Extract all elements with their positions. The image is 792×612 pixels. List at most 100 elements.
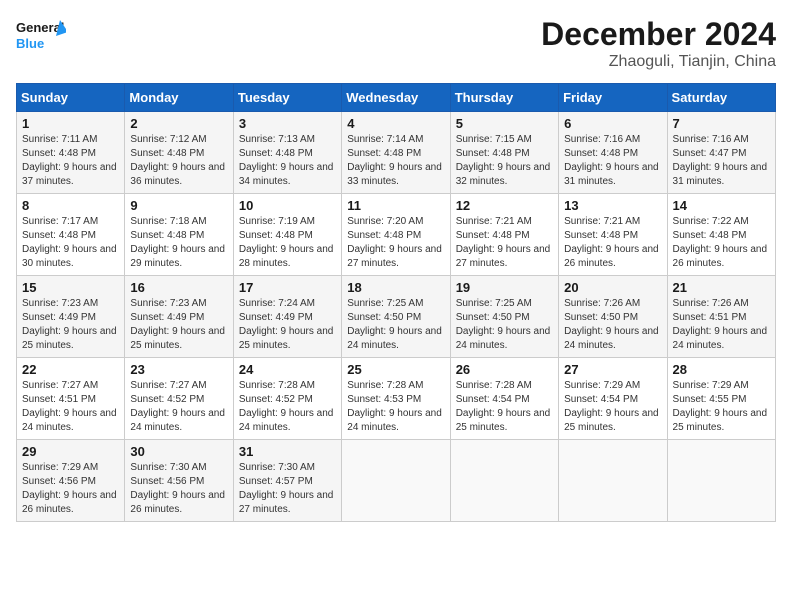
day-number: 12	[456, 198, 553, 213]
day-info: Sunrise: 7:30 AMSunset: 4:57 PMDaylight:…	[239, 461, 336, 517]
day-number: 23	[130, 362, 227, 377]
day-number: 30	[130, 444, 227, 459]
day-number: 8	[22, 198, 119, 213]
calendar-day-cell: 31 Sunrise: 7:30 AMSunset: 4:57 PMDaylig…	[233, 440, 341, 522]
calendar-table: SundayMondayTuesdayWednesdayThursdayFrid…	[16, 83, 776, 522]
calendar-day-cell: 19 Sunrise: 7:25 AMSunset: 4:50 PMDaylig…	[450, 276, 558, 358]
day-number: 7	[673, 116, 770, 131]
calendar-day-cell: 25 Sunrise: 7:28 AMSunset: 4:53 PMDaylig…	[342, 358, 450, 440]
calendar-day-cell: 12 Sunrise: 7:21 AMSunset: 4:48 PMDaylig…	[450, 194, 558, 276]
day-info: Sunrise: 7:19 AMSunset: 4:48 PMDaylight:…	[239, 215, 336, 271]
calendar-week-row: 29 Sunrise: 7:29 AMSunset: 4:56 PMDaylig…	[17, 440, 776, 522]
calendar-week-row: 15 Sunrise: 7:23 AMSunset: 4:49 PMDaylig…	[17, 276, 776, 358]
day-number: 13	[564, 198, 661, 213]
day-number: 14	[673, 198, 770, 213]
day-info: Sunrise: 7:14 AMSunset: 4:48 PMDaylight:…	[347, 133, 444, 189]
day-number: 29	[22, 444, 119, 459]
calendar-day-cell: 27 Sunrise: 7:29 AMSunset: 4:54 PMDaylig…	[559, 358, 667, 440]
weekday-header: Monday	[125, 84, 233, 112]
day-info: Sunrise: 7:23 AMSunset: 4:49 PMDaylight:…	[22, 297, 119, 353]
weekday-header-row: SundayMondayTuesdayWednesdayThursdayFrid…	[17, 84, 776, 112]
calendar-day-cell: 17 Sunrise: 7:24 AMSunset: 4:49 PMDaylig…	[233, 276, 341, 358]
weekday-header: Sunday	[17, 84, 125, 112]
weekday-header: Thursday	[450, 84, 558, 112]
calendar-day-cell: 2 Sunrise: 7:12 AMSunset: 4:48 PMDayligh…	[125, 112, 233, 194]
calendar-day-cell: 24 Sunrise: 7:28 AMSunset: 4:52 PMDaylig…	[233, 358, 341, 440]
day-info: Sunrise: 7:15 AMSunset: 4:48 PMDaylight:…	[456, 133, 553, 189]
day-number: 10	[239, 198, 336, 213]
day-info: Sunrise: 7:17 AMSunset: 4:48 PMDaylight:…	[22, 215, 119, 271]
logo-svg: General Blue	[16, 16, 66, 56]
calendar-day-cell: 18 Sunrise: 7:25 AMSunset: 4:50 PMDaylig…	[342, 276, 450, 358]
calendar-day-cell: 13 Sunrise: 7:21 AMSunset: 4:48 PMDaylig…	[559, 194, 667, 276]
calendar-day-cell: 5 Sunrise: 7:15 AMSunset: 4:48 PMDayligh…	[450, 112, 558, 194]
calendar-day-cell	[667, 440, 775, 522]
calendar-week-row: 22 Sunrise: 7:27 AMSunset: 4:51 PMDaylig…	[17, 358, 776, 440]
day-info: Sunrise: 7:20 AMSunset: 4:48 PMDaylight:…	[347, 215, 444, 271]
day-info: Sunrise: 7:24 AMSunset: 4:49 PMDaylight:…	[239, 297, 336, 353]
day-number: 1	[22, 116, 119, 131]
day-number: 31	[239, 444, 336, 459]
weekday-header: Friday	[559, 84, 667, 112]
calendar-day-cell: 21 Sunrise: 7:26 AMSunset: 4:51 PMDaylig…	[667, 276, 775, 358]
day-number: 15	[22, 280, 119, 295]
calendar-day-cell	[342, 440, 450, 522]
day-info: Sunrise: 7:25 AMSunset: 4:50 PMDaylight:…	[456, 297, 553, 353]
day-info: Sunrise: 7:27 AMSunset: 4:52 PMDaylight:…	[130, 379, 227, 435]
day-info: Sunrise: 7:13 AMSunset: 4:48 PMDaylight:…	[239, 133, 336, 189]
svg-text:Blue: Blue	[16, 36, 44, 51]
calendar-day-cell: 7 Sunrise: 7:16 AMSunset: 4:47 PMDayligh…	[667, 112, 775, 194]
day-info: Sunrise: 7:28 AMSunset: 4:52 PMDaylight:…	[239, 379, 336, 435]
calendar-week-row: 8 Sunrise: 7:17 AMSunset: 4:48 PMDayligh…	[17, 194, 776, 276]
calendar-day-cell	[450, 440, 558, 522]
day-info: Sunrise: 7:30 AMSunset: 4:56 PMDaylight:…	[130, 461, 227, 517]
calendar-day-cell	[559, 440, 667, 522]
day-number: 5	[456, 116, 553, 131]
day-number: 26	[456, 362, 553, 377]
day-info: Sunrise: 7:29 AMSunset: 4:54 PMDaylight:…	[564, 379, 661, 435]
calendar-day-cell: 9 Sunrise: 7:18 AMSunset: 4:48 PMDayligh…	[125, 194, 233, 276]
calendar-day-cell: 22 Sunrise: 7:27 AMSunset: 4:51 PMDaylig…	[17, 358, 125, 440]
day-number: 6	[564, 116, 661, 131]
calendar-day-cell: 8 Sunrise: 7:17 AMSunset: 4:48 PMDayligh…	[17, 194, 125, 276]
weekday-header: Wednesday	[342, 84, 450, 112]
day-info: Sunrise: 7:21 AMSunset: 4:48 PMDaylight:…	[456, 215, 553, 271]
calendar-day-cell: 28 Sunrise: 7:29 AMSunset: 4:55 PMDaylig…	[667, 358, 775, 440]
calendar-day-cell: 1 Sunrise: 7:11 AMSunset: 4:48 PMDayligh…	[17, 112, 125, 194]
logo: General Blue	[16, 16, 66, 56]
calendar-day-cell: 23 Sunrise: 7:27 AMSunset: 4:52 PMDaylig…	[125, 358, 233, 440]
calendar-day-cell: 3 Sunrise: 7:13 AMSunset: 4:48 PMDayligh…	[233, 112, 341, 194]
day-info: Sunrise: 7:23 AMSunset: 4:49 PMDaylight:…	[130, 297, 227, 353]
day-number: 28	[673, 362, 770, 377]
day-number: 9	[130, 198, 227, 213]
day-info: Sunrise: 7:26 AMSunset: 4:51 PMDaylight:…	[673, 297, 770, 353]
day-number: 25	[347, 362, 444, 377]
day-number: 4	[347, 116, 444, 131]
day-number: 2	[130, 116, 227, 131]
day-info: Sunrise: 7:29 AMSunset: 4:56 PMDaylight:…	[22, 461, 119, 517]
day-info: Sunrise: 7:25 AMSunset: 4:50 PMDaylight:…	[347, 297, 444, 353]
calendar-day-cell: 14 Sunrise: 7:22 AMSunset: 4:48 PMDaylig…	[667, 194, 775, 276]
day-number: 24	[239, 362, 336, 377]
calendar-week-row: 1 Sunrise: 7:11 AMSunset: 4:48 PMDayligh…	[17, 112, 776, 194]
location: Zhaoguli, Tianjin, China	[541, 53, 776, 71]
day-info: Sunrise: 7:16 AMSunset: 4:48 PMDaylight:…	[564, 133, 661, 189]
day-number: 22	[22, 362, 119, 377]
day-number: 17	[239, 280, 336, 295]
calendar-day-cell: 10 Sunrise: 7:19 AMSunset: 4:48 PMDaylig…	[233, 194, 341, 276]
month-title: December 2024	[541, 16, 776, 53]
day-info: Sunrise: 7:28 AMSunset: 4:53 PMDaylight:…	[347, 379, 444, 435]
day-number: 27	[564, 362, 661, 377]
page-header: General Blue December 2024 Zhaoguli, Tia…	[16, 16, 776, 71]
day-info: Sunrise: 7:28 AMSunset: 4:54 PMDaylight:…	[456, 379, 553, 435]
weekday-header: Saturday	[667, 84, 775, 112]
day-info: Sunrise: 7:22 AMSunset: 4:48 PMDaylight:…	[673, 215, 770, 271]
day-number: 11	[347, 198, 444, 213]
day-number: 19	[456, 280, 553, 295]
day-info: Sunrise: 7:29 AMSunset: 4:55 PMDaylight:…	[673, 379, 770, 435]
calendar-day-cell: 6 Sunrise: 7:16 AMSunset: 4:48 PMDayligh…	[559, 112, 667, 194]
day-info: Sunrise: 7:27 AMSunset: 4:51 PMDaylight:…	[22, 379, 119, 435]
day-number: 3	[239, 116, 336, 131]
calendar-day-cell: 26 Sunrise: 7:28 AMSunset: 4:54 PMDaylig…	[450, 358, 558, 440]
title-block: December 2024 Zhaoguli, Tianjin, China	[541, 16, 776, 71]
